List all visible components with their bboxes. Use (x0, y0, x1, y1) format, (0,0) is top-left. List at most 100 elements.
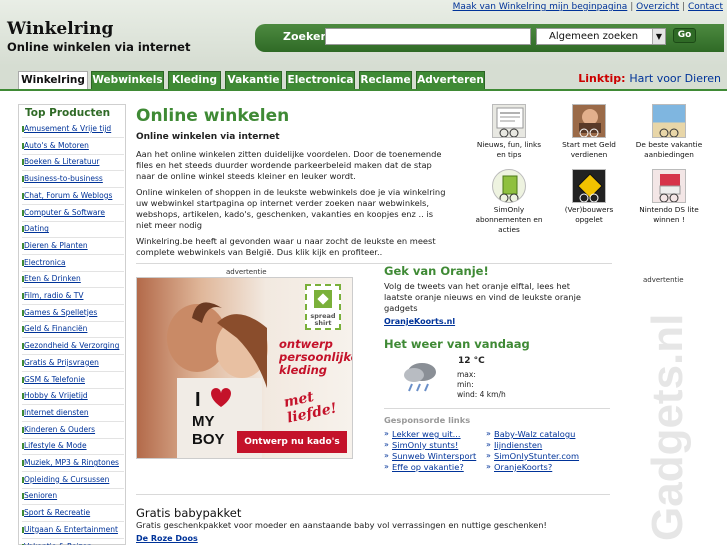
page-subtitle: Online winkelen via internet (136, 132, 280, 142)
spreadshirt-logo: spread shirt (305, 284, 341, 330)
nintendo-icon (652, 169, 686, 203)
sponsored-link[interactable]: SimOnly stunts! (392, 440, 458, 450)
contact-link[interactable]: Contact (688, 2, 723, 12)
linktip-label: Linktip: (578, 72, 626, 85)
sponsored-link[interactable]: Effe op vakantie? (392, 462, 464, 472)
vacation-tile-label: De beste vakantie aanbiedingen (635, 140, 703, 159)
toplinks-separator: | (682, 2, 686, 12)
sidebar-item[interactable]: Dieren & Planten (22, 241, 124, 252)
chevron-down-icon[interactable]: ▼ (652, 29, 665, 44)
sidebar-item[interactable]: Chat, Forum & Weblogs (22, 191, 124, 202)
babypakket-link[interactable]: De Roze Doos (136, 534, 198, 543)
tab-kleding[interactable]: Kleding (168, 71, 221, 89)
sidebar-item[interactable]: Games & Spelletjes (22, 308, 124, 319)
news-tile[interactable]: Nieuws, fun, links en tips (474, 104, 544, 160)
weather-heading: Het weer van vandaag (384, 337, 530, 351)
divider (136, 263, 612, 264)
sidebar-item[interactable]: Business-to-business (22, 174, 124, 185)
sidebar-item[interactable]: Hobby & Vrijetijd (22, 391, 124, 402)
sidebar-separator (22, 270, 124, 272)
sidebar-item[interactable]: Senioren (22, 491, 124, 502)
sidebar-separator (22, 337, 124, 339)
sidebar-item[interactable]: Vakantie & Reizen (22, 542, 124, 545)
simonly-tile[interactable]: SimOnly abonnementen en acties (474, 169, 544, 235)
money-tile[interactable]: Start met Geld verdienen (553, 104, 625, 160)
homepage-link[interactable]: Maak van Winkelring mijn beginpagina (453, 2, 628, 12)
tab-winkelring[interactable]: Winkelring (18, 71, 88, 89)
overview-link[interactable]: Overzicht (636, 2, 679, 12)
gadgets-watermark-text: Gadgets.nl (643, 314, 692, 541)
sidebar-separator (22, 287, 124, 289)
sidebar-item[interactable]: Electronica (22, 258, 124, 269)
sidebar-separator (22, 521, 124, 523)
sponsored-link[interactable]: Iijndiensten (494, 440, 542, 450)
sidebar-item[interactable]: Lifestyle & Mode (22, 441, 124, 452)
bullet-icon: » (384, 462, 389, 471)
search-category-select[interactable]: Algemeen zoeken ▼ (536, 28, 666, 45)
sidebar-item[interactable]: Internet diensten (22, 408, 124, 419)
builders-tile[interactable]: (Ver)bouwers opgelet (553, 169, 625, 225)
intro-paragraph: Online winkelen of shoppen in de leukste… (136, 187, 446, 230)
sidebar-item[interactable]: Muziek, MP3 & Ringtones (22, 458, 124, 469)
money-icon (572, 104, 606, 138)
linktip-link[interactable]: Hart voor Dieren (629, 72, 721, 85)
sidebar-separator (22, 237, 124, 239)
tab-bar: Winkelring Webwinkels Kleding Vakantie E… (0, 66, 727, 89)
site-tagline: Online winkelen via internet (7, 40, 191, 54)
gadgets-watermark: Gadgets.nl (643, 314, 692, 541)
site-logo[interactable]: Winkelring (7, 19, 113, 39)
sidebar-separator (22, 137, 124, 138)
newspaper-icon (492, 104, 526, 138)
tab-electronica[interactable]: Electronica (286, 71, 355, 89)
nintendo-tile[interactable]: Nintendo DS lite winnen ! (633, 169, 705, 225)
sidebar-title: Top Producten (25, 107, 111, 119)
sidebar-item[interactable]: Boeken & Literatuur (22, 157, 124, 168)
sidebar-item[interactable]: Amusement & Vrije tijd (22, 124, 124, 135)
sponsored-link[interactable]: Sunweb Wintersport (392, 451, 476, 461)
sidebar-item[interactable]: Gezondheid & Verzorging (22, 341, 124, 352)
ad-label: advertentie (226, 268, 267, 276)
header: Winkelring Online winkelen via internet … (0, 0, 727, 66)
intro-paragraph: Winkelring.be heeft al gevonden waar u n… (136, 236, 436, 257)
bullet-icon: » (384, 440, 389, 449)
search-input[interactable] (325, 28, 531, 45)
sidebar-item[interactable]: Sport & Recreatie (22, 508, 124, 519)
weather-wind: wind: 4 km/h (457, 390, 506, 399)
sidebar-item[interactable]: Gratis & Prijsvragen (22, 358, 124, 369)
sidebar-item[interactable]: Eten & Drinken (22, 274, 124, 285)
search-go-button[interactable]: Go (673, 28, 696, 43)
sponsored-link[interactable]: Baby-Walz catalogu (494, 429, 575, 439)
sidebar-separator (22, 437, 124, 439)
sidebar-item[interactable]: Kinderen & Ouders (22, 425, 124, 436)
divider (136, 494, 610, 495)
sidebar-item[interactable]: Geld & Financiën (22, 324, 124, 335)
sidebar-item[interactable]: Computer & Software (22, 208, 124, 219)
tab-webwinkels[interactable]: Webwinkels (91, 71, 164, 89)
search-category-value: Algemeen zoeken (549, 31, 639, 42)
tab-underline (0, 89, 727, 91)
sponsored-link[interactable]: Lekker weg uit... (392, 429, 461, 439)
weather-max: max: (457, 370, 476, 379)
ad-cta-button[interactable]: Ontwerp nu kado's (237, 431, 347, 453)
cloud-rain-icon (400, 356, 440, 396)
sidebar-item[interactable]: Auto's & Motoren (22, 141, 124, 152)
linktip: Linktip: Hart voor Dieren (578, 72, 721, 85)
oranje-heading: Gek van Oranje! (384, 264, 489, 278)
sidebar-item[interactable]: GSM & Telefonie (22, 375, 124, 386)
money-tile-label: Start met Geld verdienen (562, 140, 616, 159)
vacation-tile[interactable]: De beste vakantie aanbiedingen (633, 104, 705, 160)
sidebar-item[interactable]: Dating (22, 224, 124, 235)
sidebar-item[interactable]: Film, radio & TV (22, 291, 124, 302)
sidebar-item[interactable]: Opleiding & Cursussen (22, 475, 124, 486)
oranje-link[interactable]: OranjeKoorts.nl (384, 317, 455, 326)
sidebar-separator (22, 487, 124, 489)
tab-adverteren[interactable]: Adverteren (416, 71, 485, 89)
tab-reclame[interactable]: Reclame (359, 71, 412, 89)
babypakket-heading: Gratis babypakket (136, 506, 242, 520)
sidebar-item[interactable]: Uitgaan & Entertainment (22, 525, 124, 536)
tab-vakantie[interactable]: Vakantie (225, 71, 282, 89)
gadgets-ad[interactable]: Gadgets.nl (618, 286, 718, 545)
sponsored-link[interactable]: OranjeKoorts? (494, 462, 552, 472)
sponsored-link[interactable]: SimOnlyStunter.com (494, 451, 579, 461)
bullet-icon: » (486, 451, 491, 460)
